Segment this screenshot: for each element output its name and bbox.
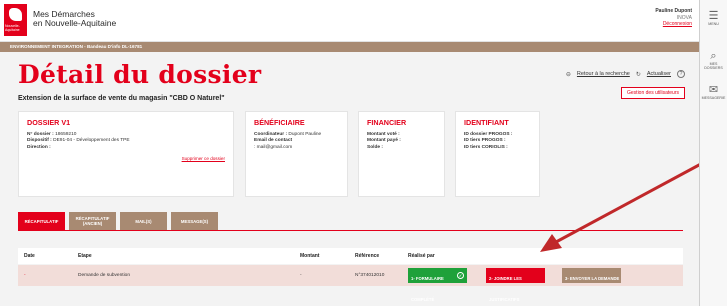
environment-banner: ENVIRONNEMENT INTEGRATION - Bandeau D'in… — [0, 42, 699, 52]
back-circle-icon: ⊖ — [565, 71, 571, 78]
col-realise-par: Réalisé par — [408, 253, 435, 259]
logout-link[interactable]: Déconnexion — [655, 21, 692, 28]
step-joindre-justificatifs[interactable]: 2- JOINDRE LES JUSTIFICATIFS — [486, 268, 545, 302]
help-icon[interactable]: ? — [677, 70, 685, 78]
page-title: Détail du dossier — [18, 60, 262, 89]
tab-underline — [18, 230, 683, 231]
refresh-icon: ↻ — [635, 71, 641, 78]
direction-label: Direction : — [27, 144, 51, 150]
tab-messages[interactable]: MESSAGE(S) — [171, 212, 218, 230]
user-info: Pauline Dupont INOVA Déconnexion — [655, 8, 692, 28]
card-identifiant-title: IDENTIFIANT — [464, 118, 509, 127]
col-montant: Montant — [300, 253, 320, 259]
email-value: : mail@gmail.com — [254, 144, 293, 150]
direction-row: Direction : — [27, 145, 225, 151]
dossier-number-value: 18659210 — [55, 132, 77, 137]
row-etape: Demande de subvention — [78, 273, 131, 278]
user-name: Pauline Dupont — [655, 8, 692, 14]
page-subtitle: Extension de la surface de vente du maga… — [18, 95, 225, 102]
card-financier: FINANCIER Montant voté : Montant payé : … — [358, 111, 445, 197]
window: Nouvelle-Aquitaine Mes Démarches en Nouv… — [0, 0, 727, 306]
col-etape: Etape — [78, 253, 92, 259]
card-financier-title: FINANCIER — [367, 118, 407, 127]
step-formulaire-complete[interactable]: 1- FORMULAIRE COMPLÉTÉ ✓ — [408, 268, 467, 302]
right-sidebar: ☰ MENU ⌕ MES DOSSIERS ✉ MESSAGERIE — [700, 0, 727, 306]
card-dossier: DOSSIER V1 N° dossier : 18659210 Disposi… — [18, 111, 234, 197]
tab-recapitulatif-ancien[interactable]: RÉCAPITULATIF (ANCIEN) — [69, 212, 116, 230]
dispositif-value: DE91-04 - Développement des TPE — [53, 138, 130, 144]
progos-id-label: ID dossier PROGOS : — [464, 132, 513, 137]
detail-tabs: RÉCAPITULATIF RÉCAPITULATIF (ANCIEN) MAI… — [18, 212, 218, 230]
menu-button[interactable]: ☰ MENU — [700, 10, 727, 26]
refresh-link[interactable]: Actualiser — [647, 71, 671, 77]
tiers-coriolis-label: ID tiers CORIOLIS : — [464, 144, 508, 150]
hamburger-icon: ☰ — [708, 10, 719, 22]
step2-label: 2- JOINDRE LES JUSTIFICATIFS — [489, 276, 522, 302]
search-icon: ⌕ — [710, 50, 717, 62]
top-header: Nouvelle-Aquitaine Mes Démarches en Nouv… — [0, 0, 699, 42]
col-reference: Référence — [355, 253, 380, 259]
step3-label: 3- ENVOYER LA DEMANDE — [565, 276, 620, 281]
logo-text: Nouvelle-Aquitaine — [5, 24, 20, 32]
row-reference: N°374012010 — [355, 273, 385, 278]
row-montant: - — [300, 273, 302, 278]
col-date: Date — [24, 253, 35, 259]
tab-mails[interactable]: MAIL(S) — [120, 212, 167, 230]
table-header: Date Etape Montant Référence Réalisé par — [18, 248, 683, 264]
coordinator-value: Dupont Pauline — [288, 132, 322, 137]
envelope-icon: ✉ — [708, 84, 719, 96]
page-actions: ⊖ Retour à la recherche ↻ Actualiser ? — [566, 70, 685, 78]
amount-paid-label: Montant payé : — [367, 138, 401, 144]
main-page: Nouvelle-Aquitaine Mes Démarches en Nouv… — [0, 0, 700, 306]
menu-label: MENU — [708, 22, 719, 26]
back-to-search-link[interactable]: Retour à la recherche — [577, 71, 630, 77]
amount-voted-label: Montant voté : — [367, 132, 400, 137]
card-beneficiaire-title: BÉNÉFICIAIRE — [254, 118, 305, 127]
email-label: Email de contact — [254, 138, 293, 144]
balance-row: Solde : — [367, 145, 436, 151]
check-circle-icon: ✓ — [457, 272, 464, 279]
row-date: - — [24, 273, 26, 278]
dossier-number-label: N° dossier : — [27, 132, 54, 137]
my-dossiers-label: MES DOSSIERS — [704, 62, 723, 70]
card-dossier-title: DOSSIER V1 — [27, 118, 71, 127]
messaging-label: MESSAGERIE — [701, 96, 726, 100]
manage-users-button[interactable]: Gestion des utilisateurs — [621, 87, 685, 99]
tiers-coriolis-row: ID tiers CORIOLIS : — [464, 145, 531, 151]
tab-recapitulatif[interactable]: RÉCAPITULATIF — [18, 212, 65, 230]
tiers-progos-label: ID tiers PROGOS : — [464, 138, 506, 144]
logo-shape-icon — [9, 8, 22, 21]
delete-dossier-link[interactable]: Supprimer ce dossier — [182, 156, 225, 161]
brand-line-2: en Nouvelle-Aquitaine — [33, 18, 117, 28]
card-beneficiaire: BÉNÉFICIAIRE Coordinateur : Dupont Pauli… — [245, 111, 348, 197]
region-logo[interactable]: Nouvelle-Aquitaine — [4, 4, 27, 36]
messaging-button[interactable]: ✉ MESSAGERIE — [700, 84, 727, 100]
coordinator-label: Coordinateur : — [254, 132, 288, 137]
dispositif-label: Dispositif : — [27, 138, 52, 144]
balance-label: Solde : — [367, 144, 383, 150]
card-identifiant: IDENTIFIANT ID dossier PROGOS : ID tiers… — [455, 111, 540, 197]
my-dossiers-button[interactable]: ⌕ MES DOSSIERS — [700, 50, 727, 70]
table-row[interactable]: - Demande de subvention - N°374012010 1-… — [18, 265, 683, 302]
step-envoyer-demande[interactable]: 3- ENVOYER LA DEMANDE — [562, 268, 621, 283]
brand-title[interactable]: Mes Démarches en Nouvelle-Aquitaine — [33, 10, 116, 28]
